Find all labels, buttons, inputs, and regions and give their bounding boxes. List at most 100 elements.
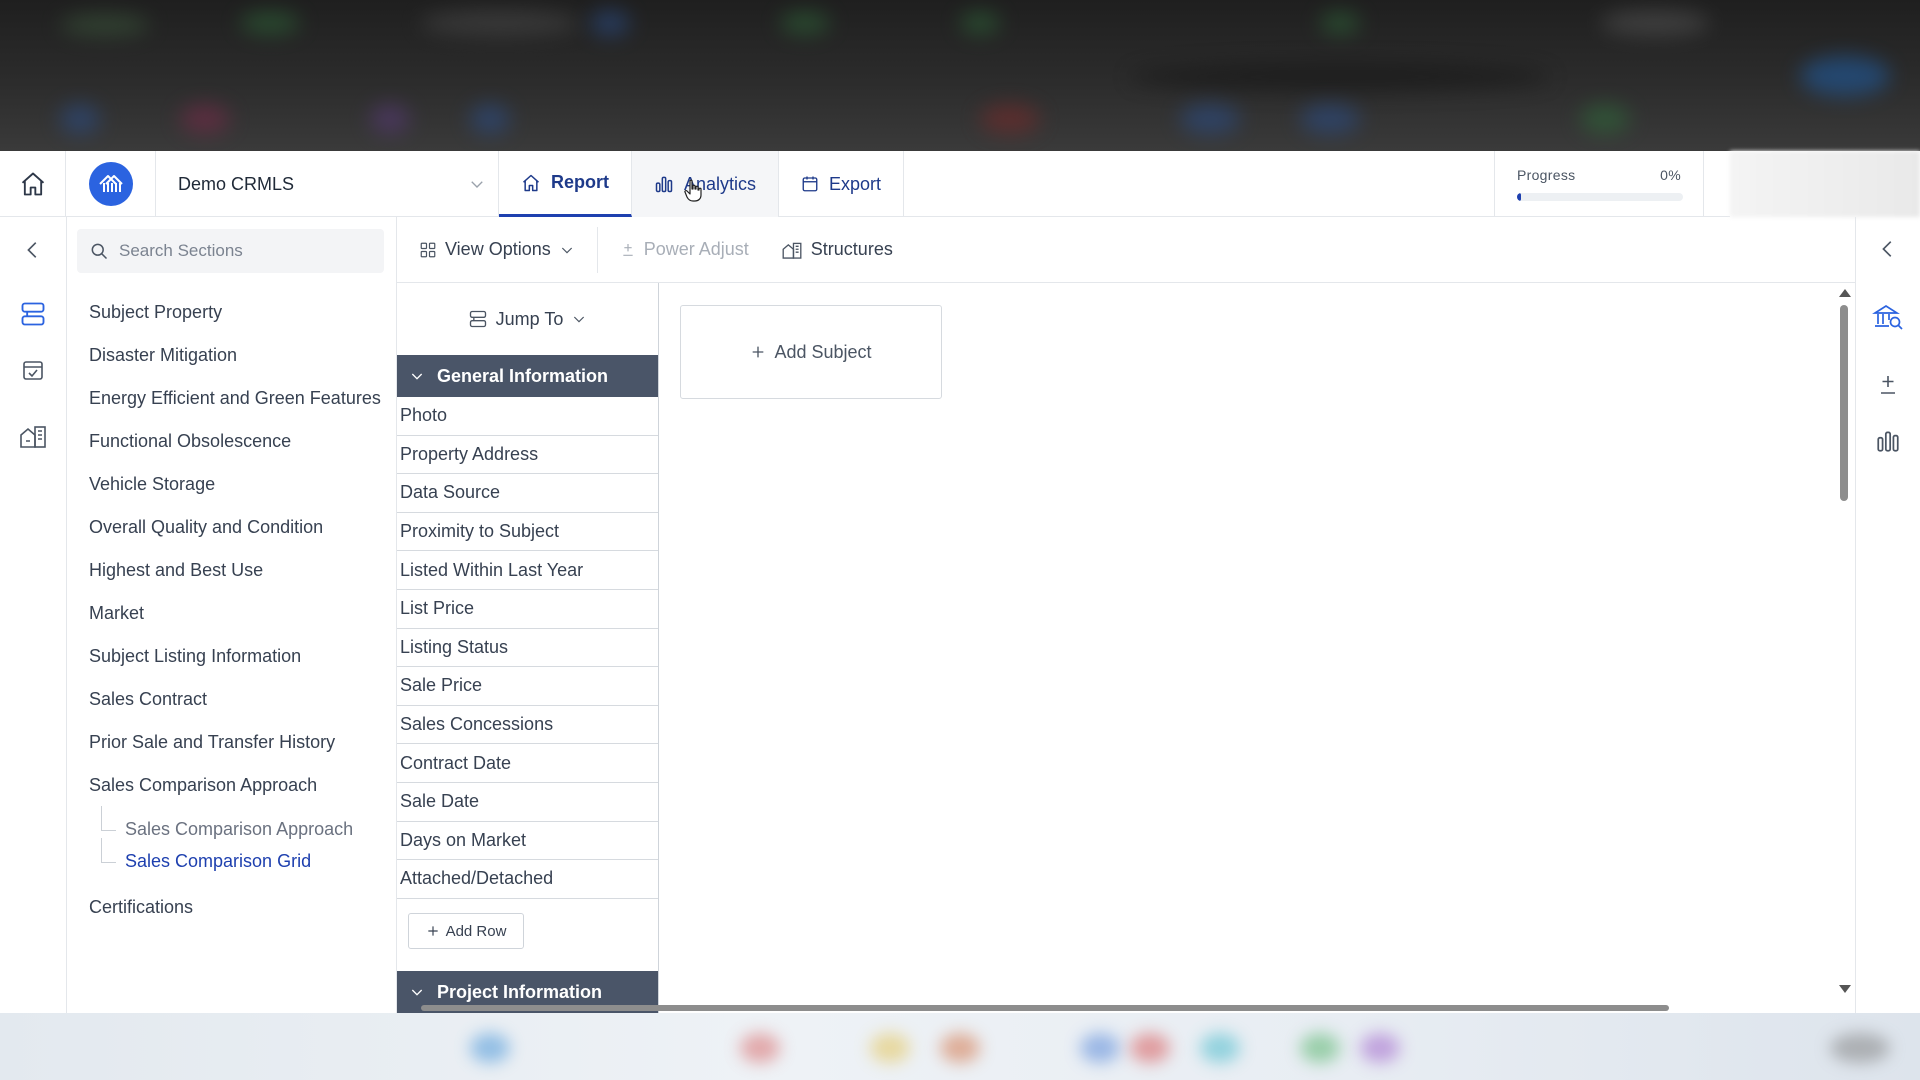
grid-row[interactable]: Sales Concessions xyxy=(397,706,658,745)
nav-item-certifications[interactable]: Certifications xyxy=(89,894,384,920)
nav-item-prior-sale[interactable]: Prior Sale and Transfer History xyxy=(89,729,384,755)
house-icon xyxy=(523,174,539,191)
structures-button[interactable]: Structures xyxy=(771,217,915,283)
section-navigation: Subject Property Disaster Mitigation Ene… xyxy=(67,217,397,1013)
grid-row[interactable]: Photo xyxy=(397,397,658,436)
rail-checklist-button[interactable] xyxy=(0,345,66,395)
tab-report-label: Report xyxy=(551,172,609,192)
scroll-down-arrow[interactable] xyxy=(1839,985,1851,993)
nav-item-functional-obsolescence[interactable]: Functional Obsolescence xyxy=(89,428,384,454)
plus-icon xyxy=(427,926,438,936)
jump-to-button[interactable]: Jump To xyxy=(397,283,658,355)
view-options-label: View Options xyxy=(445,239,551,259)
grid-row[interactable]: Property Address xyxy=(397,436,658,475)
chevron-left-icon xyxy=(27,242,37,258)
progress-value: 0% xyxy=(1660,167,1681,183)
chevron-down-icon xyxy=(574,316,585,323)
collapse-left-button[interactable] xyxy=(0,225,66,275)
vertical-scrollbar-thumb[interactable] xyxy=(1840,305,1848,501)
grid-row[interactable]: Sale Date xyxy=(397,783,658,822)
section-header-label: General Information xyxy=(437,365,609,386)
mouse-pointer-icon xyxy=(684,179,702,202)
blurred-taskbar xyxy=(0,1013,1920,1080)
home-button[interactable] xyxy=(0,151,66,217)
blurred-header-edge xyxy=(1730,151,1920,217)
rail-adjust-button[interactable] xyxy=(1856,357,1920,413)
vertical-scrollbar[interactable] xyxy=(1838,291,1850,1003)
plus-icon xyxy=(753,346,764,358)
section-header-general-information[interactable]: General Information xyxy=(397,355,658,397)
plus-minus-icon xyxy=(1881,376,1895,394)
nav-subitem-sales-comparison-approach[interactable]: Sales Comparison Approach xyxy=(89,806,384,842)
grid-row[interactable]: Data Source xyxy=(397,474,658,513)
add-row-button[interactable]: Add Row xyxy=(408,913,524,949)
tab-report[interactable]: Report xyxy=(499,151,632,217)
grid-row[interactable]: Listed Within Last Year xyxy=(397,551,658,590)
chevron-down-icon xyxy=(561,247,572,254)
chevron-left-icon xyxy=(1882,241,1892,257)
chevron-down-icon xyxy=(471,181,483,188)
rail-structures-button[interactable] xyxy=(0,411,66,461)
layers-icon xyxy=(21,302,45,326)
calendar-icon xyxy=(802,176,818,192)
bank-search-icon xyxy=(1872,304,1903,330)
nav-item-market[interactable]: Market xyxy=(89,600,384,626)
add-subject-button[interactable]: Add Subject xyxy=(680,305,942,399)
nav-subitem-sales-comparison-grid[interactable]: Sales Comparison Grid xyxy=(89,838,384,874)
jump-to-label: Jump To xyxy=(495,308,564,329)
rail-property-search-button[interactable] xyxy=(1856,289,1920,345)
organization-select[interactable]: Demo CRMLS xyxy=(156,151,499,217)
nav-item-energy-efficient[interactable]: Energy Efficient and Green Features xyxy=(89,385,384,411)
nav-item-vehicle-storage[interactable]: Vehicle Storage xyxy=(89,471,384,497)
grid-layout-icon xyxy=(420,242,436,257)
search-box[interactable] xyxy=(77,229,384,273)
grid-row[interactable]: Listing Status xyxy=(397,629,658,668)
tab-export-label: Export xyxy=(829,173,882,194)
search-icon xyxy=(91,243,108,260)
grid-row[interactable]: List Price xyxy=(397,590,658,629)
collapse-right-button[interactable] xyxy=(1856,221,1920,277)
view-options-button[interactable]: View Options xyxy=(397,217,597,283)
progress-bar-fill xyxy=(1517,193,1521,201)
add-subject-label: Add Subject xyxy=(774,341,872,362)
plus-minus-icon xyxy=(623,243,633,256)
brand-logo-icon xyxy=(88,162,133,206)
bar-chart-icon xyxy=(655,176,673,193)
progress-widget: Progress 0% xyxy=(1494,151,1704,217)
rail-analytics-button[interactable] xyxy=(1856,413,1920,469)
progress-bar xyxy=(1517,193,1683,201)
horizontal-scrollbar[interactable] xyxy=(397,1003,1837,1013)
comparison-grid-labels: Jump To General Information Photo Proper… xyxy=(397,283,659,1013)
brand-logo-cell[interactable] xyxy=(66,151,156,217)
nav-item-sales-contract[interactable]: Sales Contract xyxy=(89,686,384,712)
add-row-label: Add Row xyxy=(445,922,507,940)
app-header: Demo CRMLS Report Analytics Export Progr… xyxy=(0,151,1730,217)
grid-row[interactable]: Contract Date xyxy=(397,744,658,783)
nav-item-subject-property[interactable]: Subject Property xyxy=(89,299,384,325)
buildings-icon xyxy=(20,426,46,448)
left-icon-rail xyxy=(0,217,67,1013)
horizontal-scrollbar-thumb[interactable] xyxy=(421,1005,1669,1011)
chevron-down-icon xyxy=(411,373,423,380)
grid-rows: Photo Property Address Data Source Proxi… xyxy=(397,397,658,899)
nav-item-subject-listing[interactable]: Subject Listing Information xyxy=(89,643,384,669)
app-window: Demo CRMLS Report Analytics Export Progr… xyxy=(0,151,1920,1013)
nav-item-highest-best-use[interactable]: Highest and Best Use xyxy=(89,557,384,583)
rail-sections-button[interactable] xyxy=(0,289,66,339)
bar-chart-icon xyxy=(1877,431,1899,452)
nav-item-sales-comparison[interactable]: Sales Comparison Approach xyxy=(89,772,384,798)
nav-item-overall-quality[interactable]: Overall Quality and Condition xyxy=(89,514,384,540)
grid-row[interactable]: Attached/Detached xyxy=(397,860,658,899)
power-adjust-label: Power Adjust xyxy=(643,239,749,259)
grid-row[interactable]: Days on Market xyxy=(397,822,658,861)
search-input[interactable] xyxy=(119,241,359,261)
power-adjust-button[interactable]: Power Adjust xyxy=(598,217,771,283)
tab-export[interactable]: Export xyxy=(779,151,905,217)
tab-analytics[interactable]: Analytics xyxy=(632,151,780,217)
nav-item-disaster-mitigation[interactable]: Disaster Mitigation xyxy=(89,342,384,368)
grid-row[interactable]: Sale Price xyxy=(397,667,658,706)
progress-label: Progress xyxy=(1517,167,1576,183)
grid-row[interactable]: Proximity to Subject xyxy=(397,513,658,552)
screen: Demo CRMLS Report Analytics Export Progr… xyxy=(0,0,1920,1080)
grid-toolbar: View Options Power Adjust Structures xyxy=(397,217,1855,283)
